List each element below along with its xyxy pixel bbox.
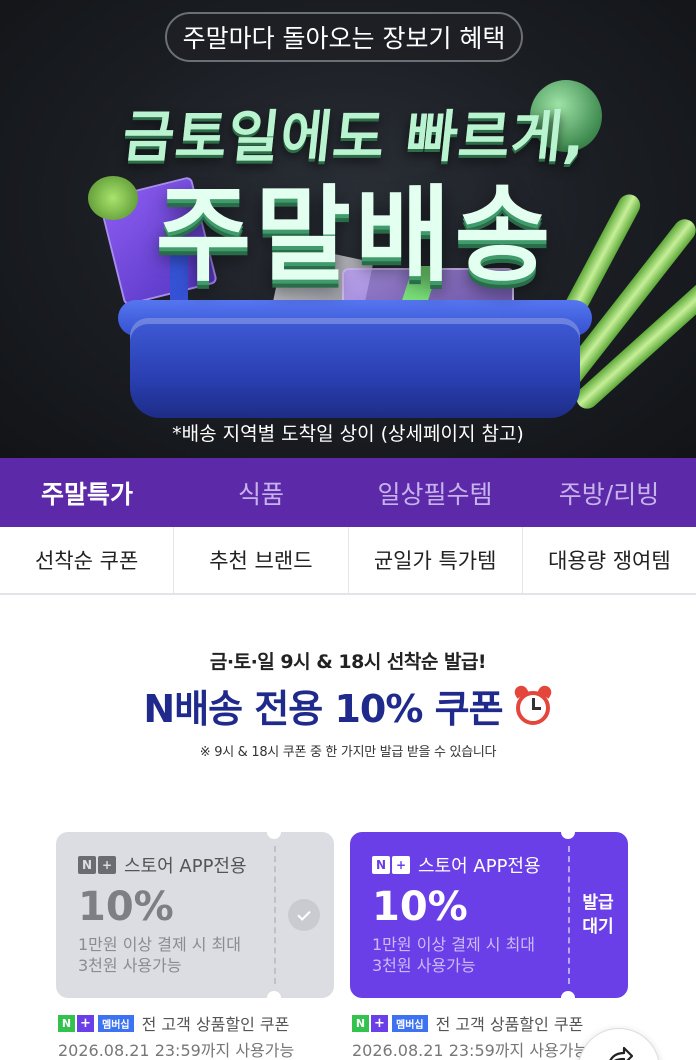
- coupon-label-text: 스토어 APP전용: [124, 856, 247, 877]
- naver-n-badge: N: [352, 1014, 369, 1032]
- benefit-text: 전 고객 상품할인 쿠폰: [141, 1015, 290, 1034]
- promo-title-row: N배송 전용 10% 쿠폰: [0, 678, 696, 733]
- plus-icon: +: [392, 856, 410, 874]
- coupon-desc-line2: 3천원 사용가능: [78, 956, 182, 975]
- tab-food[interactable]: 식품: [174, 458, 348, 527]
- coupon-percent: 10%: [372, 884, 468, 930]
- status-line-2: 대기: [582, 917, 614, 937]
- coupon-desc-line1: 1만원 이상 결제 시 최대: [372, 935, 536, 954]
- sub-tabs: 선착순 쿠폰 추천 브랜드 균일가 특가템 대용량 쟁여템: [0, 527, 696, 595]
- coupon-status-area: [274, 832, 334, 998]
- benefit-text: 전 고객 상품할인 쿠폰: [435, 1015, 584, 1034]
- plus-badge: +: [77, 1014, 94, 1032]
- subtab-flat-price-items[interactable]: 균일가 특가템: [349, 527, 523, 593]
- naver-n-icon: N: [78, 856, 96, 874]
- promo-note: ※ 9시 & 18시 쿠폰 중 한 가지만 발급 받을 수 있습니다: [199, 745, 497, 760]
- promo-title: N배송 전용 10% 쿠폰: [143, 687, 503, 731]
- plus-badge: +: [371, 1014, 388, 1032]
- benefit-head: N + 멤버십 전 고객 상품할인 쿠폰: [58, 1012, 358, 1034]
- hero-headline-2: 주말배송: [155, 174, 555, 296]
- promo-subtitle: 금·토·일 9시 & 18시 선착순 발급!: [209, 651, 487, 673]
- coupon-expiry: 2026.08.21 23:59까지 사용가능: [58, 1041, 295, 1060]
- membership-badge: 멤버십: [98, 1014, 134, 1032]
- naver-n-icon: N: [372, 856, 390, 874]
- coupon-card-issued[interactable]: N + 스토어 APP전용 10% 1만원 이상 결제 시 최대 3천원 사용가…: [56, 832, 334, 998]
- check-icon: [288, 899, 320, 931]
- share-icon: [609, 1046, 634, 1060]
- hero-note: *배송 지역별 도착일 상이 (상세페이지 참고): [172, 423, 524, 445]
- subtab-first-come-coupon[interactable]: 선착순 쿠폰: [0, 527, 175, 593]
- coupon-desc-line1: 1만원 이상 결제 시 최대: [78, 935, 242, 954]
- membership-badge: 멤버십: [392, 1014, 428, 1032]
- coupon-label-text: 스토어 APP전용: [418, 856, 541, 877]
- plus-icon: +: [98, 856, 116, 874]
- coupon-status-area[interactable]: 발급 대기: [568, 832, 628, 998]
- tab-daily-essentials[interactable]: 일상필수템: [348, 458, 522, 527]
- coupon-benefit-info: N + 멤버십 전 고객 상품할인 쿠폰 2026.08.21 23:59까지 …: [58, 1012, 358, 1060]
- coupon-desc-line2: 3천원 사용가능: [372, 956, 476, 975]
- coupon-label: N + 스토어 APP전용: [78, 852, 274, 878]
- subtab-bulk-items[interactable]: 대용량 쟁여템: [523, 527, 696, 593]
- subtab-recommended-brands[interactable]: 추천 브랜드: [174, 527, 349, 593]
- coupon-body: N + 스토어 APP전용 10% 1만원 이상 결제 시 최대 3천원 사용가…: [56, 832, 281, 998]
- coupon-status: 발급 대기: [582, 891, 613, 939]
- coupon-body: N + 스토어 APP전용 10% 1만원 이상 결제 시 최대 3천원 사용가…: [350, 832, 575, 998]
- basket-illustration: [130, 318, 580, 418]
- tab-weekend-deals[interactable]: 주말특가: [0, 458, 174, 527]
- coupon-card-waiting[interactable]: N + 스토어 APP전용 10% 1만원 이상 결제 시 최대 3천원 사용가…: [350, 832, 628, 998]
- coupon-label: N + 스토어 APP전용: [372, 852, 568, 878]
- hero-banner: 주말마다 돌아오는 장보기 혜택 금토일에도 빠르게, 주말배송 *배송 지역별…: [0, 0, 696, 458]
- status-line-1: 발급: [582, 893, 614, 913]
- alarm-clock-icon: [511, 682, 554, 726]
- coupon-percent: 10%: [78, 884, 174, 930]
- naver-n-badge: N: [58, 1014, 75, 1032]
- tab-kitchen-living[interactable]: 주방/리빙: [522, 458, 696, 527]
- category-tabs: 주말특가 식품 일상필수템 주방/리빙: [0, 458, 696, 527]
- hero-pill: 주말마다 돌아오는 장보기 혜택: [165, 12, 523, 62]
